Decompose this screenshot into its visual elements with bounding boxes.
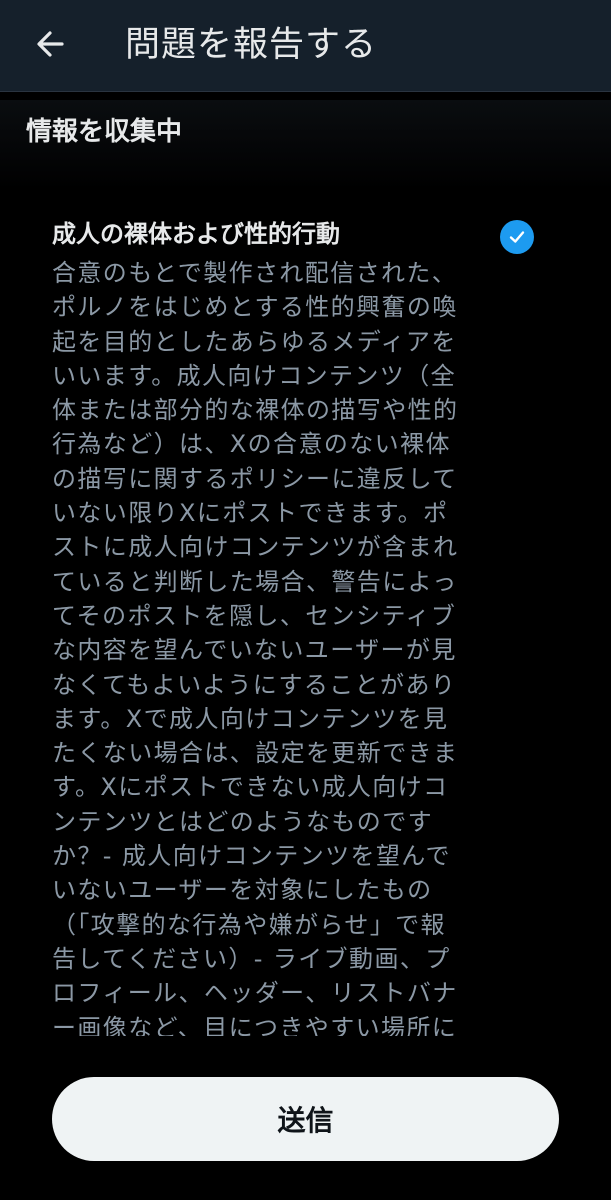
header-bar: 問題を報告する xyxy=(0,0,611,92)
report-option-adult-content[interactable]: 成人の裸体および性的行動 合意のもとで製作され配信された、ポルノをはじめとする性… xyxy=(52,212,552,1036)
checkmark-icon xyxy=(509,231,525,243)
submit-button[interactable]: 送信 xyxy=(52,1077,559,1161)
page-title: 問題を報告する xyxy=(125,25,378,65)
report-screen: 問題を報告する 情報を収集中 成人の裸体および性的行動 合意のもとで製作され配信… xyxy=(0,0,611,1200)
back-button[interactable] xyxy=(24,18,76,70)
arrow-left-icon xyxy=(37,31,64,57)
option-title: 成人の裸体および性的行動 xyxy=(52,220,340,248)
section-heading: 情報を収集中 xyxy=(26,117,183,147)
option-selected-checkbox[interactable] xyxy=(500,220,534,254)
option-description: 合意のもとで製作され配信された、ポルノをはじめとする性的興奮の喚起を目的としたあ… xyxy=(52,259,459,1036)
